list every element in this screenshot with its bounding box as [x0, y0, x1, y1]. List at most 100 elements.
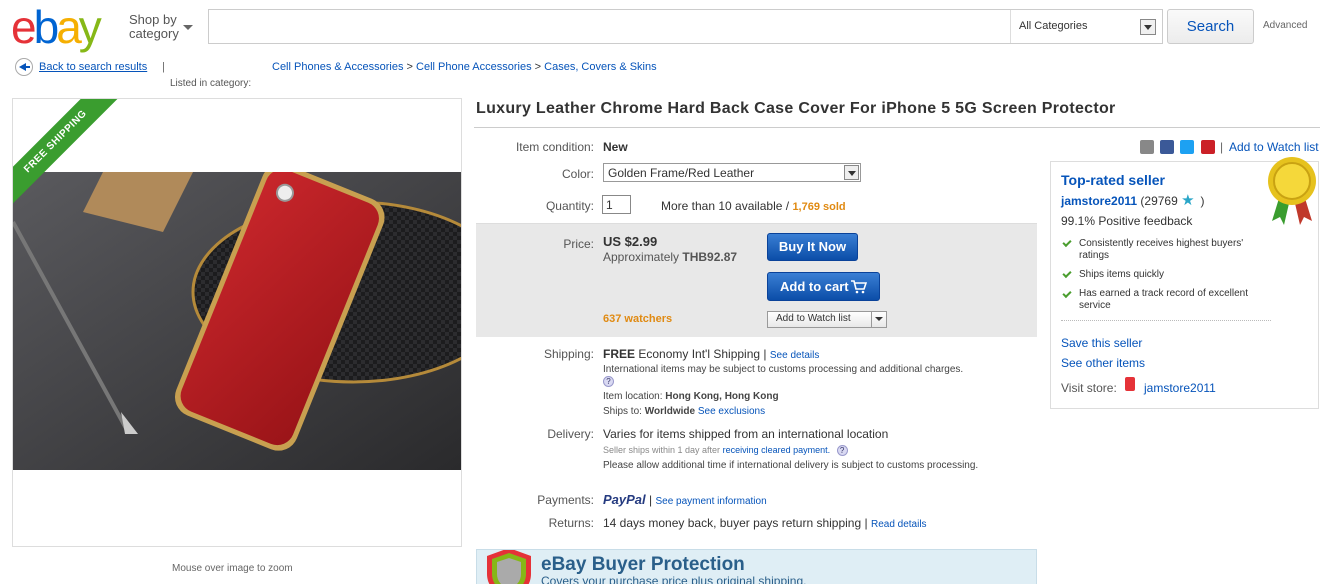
- shipping-label: Shipping:: [543, 347, 594, 361]
- help-icon[interactable]: ?: [603, 376, 614, 387]
- ships-to-value: Worldwide: [644, 406, 696, 417]
- add-to-cart-button[interactable]: Add to cart: [767, 272, 880, 301]
- add-to-watch-link[interactable]: Add to Watch list: [1229, 140, 1319, 154]
- zoom-hint: Mouse over image to zoom: [172, 563, 293, 574]
- facebook-icon[interactable]: [1160, 140, 1174, 154]
- availability: More than 10 available / 1,769 sold: [661, 199, 846, 213]
- breadcrumb-cell-phones[interactable]: Cell Phones & Accessories: [272, 61, 403, 73]
- cart-icon: [851, 280, 867, 294]
- buy-it-now-button[interactable]: Buy It Now: [767, 233, 858, 261]
- payment-info-link[interactable]: See payment information: [655, 496, 766, 507]
- watchers-count: 637 watchers: [603, 313, 673, 325]
- receiving-payment-link[interactable]: receiving cleared payment.: [723, 445, 831, 455]
- seller-bullet: Ships items quickly: [1079, 269, 1165, 280]
- store-link[interactable]: jamstore2011: [1144, 381, 1216, 395]
- email-icon[interactable]: [1140, 140, 1154, 154]
- twitter-icon[interactable]: [1180, 140, 1194, 154]
- quantity-label: Quantity:: [545, 199, 594, 213]
- breadcrumb-separator: >: [534, 61, 542, 73]
- chevron-down-icon: [844, 165, 859, 180]
- add-to-watch-label: Add to Watch list: [776, 313, 851, 324]
- payments-separator: |: [649, 493, 653, 507]
- visit-store-label: Visit store:: [1061, 381, 1117, 395]
- add-to-cart-label: Add to cart: [780, 279, 849, 294]
- category-select[interactable]: All Categories: [1010, 10, 1162, 43]
- seller-bullet: Has earned a track record of excellent s…: [1079, 288, 1248, 311]
- positive-feedback[interactable]: 99.1% Positive feedback: [1061, 214, 1192, 228]
- help-icon[interactable]: ?: [836, 445, 848, 456]
- store-icon: [1125, 377, 1135, 391]
- delivery-text: Varies for items shipped from an interna…: [603, 427, 889, 441]
- read-details-link[interactable]: Read details: [871, 519, 927, 530]
- add-to-watch-button[interactable]: Add to Watch list: [767, 311, 887, 328]
- breadcrumb: Cell Phones & Accessories > Cell Phone A…: [272, 61, 657, 73]
- customs-note: International items may be subject to cu…: [603, 364, 964, 375]
- chevron-down-icon[interactable]: [871, 312, 886, 327]
- back-arrow-icon[interactable]: [15, 58, 33, 76]
- buyer-protection-subtitle: Covers your purchase price plus original…: [541, 574, 807, 584]
- advanced-search-link[interactable]: Advanced: [1263, 20, 1307, 31]
- shop-by-label: Shop by: [129, 12, 177, 27]
- ebay-logo[interactable]: ebay: [11, 4, 102, 50]
- back-to-results-link[interactable]: Back to search results: [39, 61, 147, 73]
- shipping-service: Economy Int'l Shipping: [638, 347, 761, 361]
- breadcrumb-cases[interactable]: Cases, Covers & Skins: [544, 61, 656, 73]
- product-photo[interactable]: [13, 172, 461, 470]
- condition-label: Item condition:: [515, 140, 594, 154]
- breadcrumb-separator: >: [406, 61, 413, 73]
- chevron-down-icon: [1140, 19, 1156, 35]
- pinterest-icon[interactable]: [1201, 140, 1215, 154]
- share-separator: |: [1220, 140, 1224, 154]
- payments-row: PayPal | See payment information: [603, 492, 767, 507]
- seller-bullet: Consistently receives highest buyers' ra…: [1079, 238, 1244, 261]
- returns-label: Returns:: [548, 516, 594, 530]
- check-icon: [1062, 268, 1072, 279]
- payments-label: Payments:: [537, 493, 594, 507]
- ships-to: Ships to: Worldwide See exclusions: [603, 406, 765, 417]
- returns-text: 14 days money back, buyer pays return sh…: [603, 516, 862, 530]
- delivery-label: Delivery:: [547, 427, 594, 441]
- delivery-note: Please allow additional time if internat…: [603, 460, 979, 471]
- category-label: category: [129, 26, 179, 41]
- shipping-details-link[interactable]: See details: [770, 350, 819, 361]
- seller-name-row: jamstore2011 (29769 ★ ): [1061, 192, 1205, 209]
- condition-value: New: [603, 140, 628, 154]
- search-input[interactable]: All Categories: [208, 9, 1163, 44]
- top-rated-seller-badge[interactable]: Top-rated seller: [1061, 172, 1165, 188]
- color-label: Color:: [561, 167, 594, 181]
- seller-ships-note: Seller ships within 1 day after receivin…: [603, 445, 848, 456]
- search-button[interactable]: Search: [1167, 9, 1254, 44]
- category-select-value: All Categories: [1019, 20, 1088, 32]
- sold-count[interactable]: 1,769 sold: [792, 201, 845, 213]
- phone-case-image: [13, 172, 461, 470]
- shipping-separator: |: [763, 347, 767, 361]
- seller-score[interactable]: (29769: [1140, 194, 1177, 208]
- color-select-value: Golden Frame/Red Leather: [608, 166, 755, 180]
- star-icon: ★: [1181, 192, 1195, 209]
- see-other-items-link[interactable]: See other items: [1061, 356, 1145, 370]
- breadcrumb-phone-accessories[interactable]: Cell Phone Accessories: [416, 61, 532, 73]
- item-location: Item location: Hong Kong, Hong Kong: [603, 391, 779, 402]
- item-location-value: Hong Kong, Hong Kong: [665, 391, 779, 402]
- product-image-panel[interactable]: FREE SHIPPING: [12, 98, 462, 547]
- title-divider: [474, 127, 1320, 128]
- seller-ships-text: Seller ships within 1 day after: [603, 445, 721, 455]
- returns-separator: |: [864, 516, 868, 530]
- returns-row: 14 days money back, buyer pays return sh…: [603, 516, 927, 530]
- seller-score-close: ): [1200, 194, 1205, 208]
- price-label: Price:: [563, 237, 594, 251]
- paypal-logo: PayPal: [603, 492, 646, 507]
- check-icon: [1062, 288, 1072, 299]
- shop-by-category[interactable]: Shop by category: [129, 12, 193, 41]
- buyer-protection-banner[interactable]: eBay Buyer Protection Covers your purcha…: [476, 549, 1037, 584]
- color-select[interactable]: Golden Frame/Red Leather: [603, 163, 861, 182]
- quantity-input[interactable]: 1: [602, 195, 631, 214]
- see-exclusions-link[interactable]: See exclusions: [698, 406, 765, 417]
- shipping-free: FREE: [603, 347, 636, 361]
- price-value: US $2.99: [603, 234, 658, 249]
- save-seller-link[interactable]: Save this seller: [1061, 336, 1142, 350]
- nav-separator: |: [162, 61, 165, 73]
- seller-name-link[interactable]: jamstore2011: [1061, 194, 1137, 208]
- check-icon: [1062, 237, 1072, 248]
- ships-to-label: Ships to:: [603, 406, 642, 417]
